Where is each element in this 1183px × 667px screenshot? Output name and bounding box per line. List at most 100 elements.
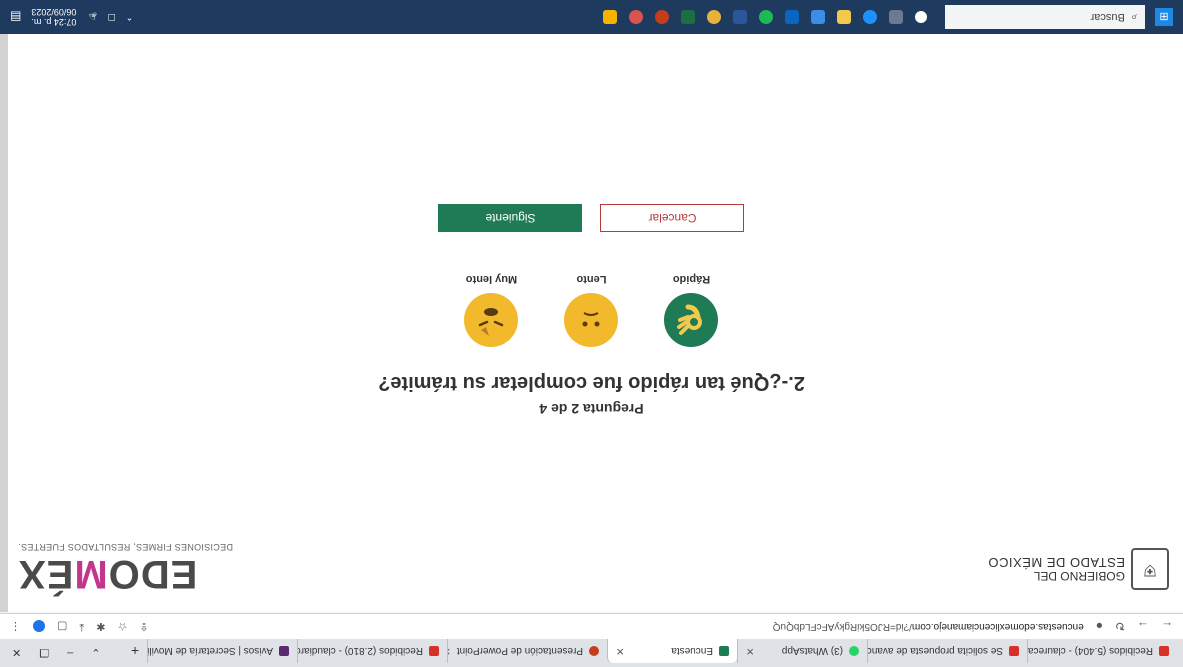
taskbar-apps <box>603 10 927 24</box>
tab-label: Recibidos (5.404) - claurecath <box>1027 645 1153 657</box>
answer-options: Rápido Lento Muy lento <box>0 273 1183 347</box>
toolbar-icons: ⇪ ☆ ✱ ⤓ ▢ ⋮ <box>10 620 149 633</box>
back-icon[interactable]: ← <box>1161 620 1173 634</box>
windows-taskbar: ⊞ ⌕ Buscar ⌃ ☐ 🔈 07:24 p. m. 06/09/2023 … <box>0 0 1183 34</box>
powerpoint-icon <box>589 646 599 656</box>
reload-icon[interactable]: ↻ <box>1115 620 1125 634</box>
state-seal-icon: ⛨ <box>1131 548 1169 590</box>
question-text: 2.-¿Qué tan rápido fue completar su trám… <box>378 372 805 394</box>
tab-label: (3) WhatsApp <box>781 645 843 657</box>
gobierno-logo: ⛨ GOBIERNO DEL ESTADO DE MÉXICO <box>988 548 1169 590</box>
browser-tab[interactable]: Recibidos (5.404) - claurecath ✕ <box>1027 639 1177 663</box>
cortana-icon[interactable] <box>915 11 927 23</box>
menu-icon[interactable]: ⋮ <box>10 620 21 633</box>
browser-tab[interactable]: Se solicita propuesta de avance ✕ <box>867 639 1027 663</box>
tab-label: Presentación de PowerPoint <box>456 645 583 657</box>
windows-start-icon[interactable]: ⊞ <box>1155 8 1173 26</box>
app-icon[interactable] <box>629 10 643 24</box>
browser-tab[interactable]: Recibidos (2.810) - claudiaroso ✕ <box>297 639 447 663</box>
store-icon[interactable] <box>811 10 825 24</box>
maximize-icon[interactable]: ❐ <box>39 647 49 660</box>
option-label: Muy lento <box>465 273 518 285</box>
logo-part3: ÉX <box>18 552 74 596</box>
cancel-button[interactable]: Cancelar <box>600 204 745 232</box>
tab-label: Avisos | Secretaría de Movilidad <box>147 645 273 657</box>
new-tab-button[interactable]: + <box>123 639 147 663</box>
clock-time: 07:24 p. m. <box>31 17 77 27</box>
profile-avatar[interactable] <box>33 620 45 633</box>
url-host: encuestas.edomexlicenciamanejo.com <box>911 621 1084 632</box>
gobierno-line1: GOBIERNO DEL <box>1033 569 1125 583</box>
spotify-icon[interactable] <box>759 10 773 24</box>
edge-icon[interactable] <box>863 10 877 24</box>
downloads-icon[interactable]: ⤓ <box>79 620 84 633</box>
edomex-logo: EDOMÉX DECISIONES FIRMES, RESULTADOS FUE… <box>18 542 233 596</box>
close-icon[interactable]: ✕ <box>616 646 624 657</box>
url-field[interactable]: encuestas.edomexlicenciamanejo.com/?id=R… <box>773 621 1084 632</box>
minimize-icon[interactable]: – <box>67 647 73 659</box>
gmail-icon <box>429 646 439 656</box>
option-label: Lento <box>576 273 607 285</box>
search-icon: ⌕ <box>1130 11 1137 24</box>
option-label: Rápido <box>672 273 711 285</box>
task-view-icon[interactable] <box>889 10 903 24</box>
bookmark-icon[interactable]: ☆ <box>118 620 128 633</box>
search-placeholder: Buscar <box>1090 11 1125 23</box>
movilidad-icon <box>279 646 289 656</box>
address-bar: ← → ↻ ● encuestas.edomexlicenciamanejo.c… <box>0 613 1183 639</box>
close-icon[interactable]: ✕ <box>447 646 451 657</box>
browser-tab[interactable]: (3) WhatsApp ✕ <box>737 639 867 663</box>
tab-label: Encuesta <box>671 645 713 657</box>
chevron-up-icon[interactable]: ⌃ <box>126 12 134 23</box>
gmail-icon <box>1009 646 1019 656</box>
powerpoint-icon[interactable] <box>655 10 669 24</box>
volume-icon[interactable]: 🔈 <box>86 12 97 23</box>
browser-tab[interactable]: Avisos | Secretaría de Movilidad ✕ <box>147 639 297 663</box>
close-window-icon[interactable]: ✕ <box>12 647 21 660</box>
form-actions: Cancelar Siguiente <box>0 204 1183 232</box>
screen: Recibidos (5.404) - claurecath ✕ Se soli… <box>0 0 1183 667</box>
site-info-icon[interactable]: ● <box>1096 620 1103 634</box>
browser-tab-strip: Recibidos (5.404) - claurecath ✕ Se soli… <box>0 639 1183 667</box>
extensions-icon[interactable]: ✱ <box>96 620 105 633</box>
notifications-icon[interactable]: ▤ <box>10 10 21 24</box>
word-icon[interactable] <box>733 10 747 24</box>
excel-icon[interactable] <box>681 10 695 24</box>
mail-icon[interactable] <box>785 10 799 24</box>
file-explorer-icon[interactable] <box>837 10 851 24</box>
logo-part2: M <box>73 552 108 596</box>
question-progress: Pregunta 2 de 4 <box>539 401 644 417</box>
survey-page: ⛨ GOBIERNO DEL ESTADO DE MÉXICO EDOMÉX D… <box>0 34 1183 612</box>
ok-hand-icon <box>664 293 719 347</box>
share-icon[interactable]: ⇪ <box>139 620 148 633</box>
window-controls: ⌄ – ❐ ✕ <box>0 639 100 667</box>
chrome-icon[interactable] <box>707 10 721 24</box>
survey-icon <box>719 646 729 656</box>
gobierno-line2: ESTADO DE MÉXICO <box>987 555 1125 570</box>
tab-label: Recibidos (2.810) - claudiaroso <box>297 645 423 657</box>
browser-tab-active[interactable]: Encuesta ✕ <box>607 639 737 663</box>
clock-date: 06/09/2023 <box>31 7 77 17</box>
option-rapido[interactable]: Rápido <box>662 273 722 347</box>
tab-search-icon[interactable]: ⌄ <box>91 647 100 660</box>
browser-tab[interactable]: Presentación de PowerPoint ✕ <box>447 639 607 663</box>
option-muy-lento[interactable]: Muy lento <box>462 273 522 347</box>
app-icon[interactable] <box>603 10 617 24</box>
url-path: /?id=RJO5kiRgkyAFcFLdbQuQ <box>772 621 912 632</box>
sidepanel-icon[interactable]: ▢ <box>57 620 67 633</box>
next-button[interactable]: Siguiente <box>438 204 583 232</box>
logo-tagline: DECISIONES FIRMES, RESULTADOS FUERTES. <box>18 542 233 552</box>
logo-part1: EDO <box>107 552 198 596</box>
option-lento[interactable]: Lento <box>562 273 622 347</box>
system-tray: ⌃ ☐ 🔈 07:24 p. m. 06/09/2023 ▤ <box>10 7 133 27</box>
whatsapp-icon <box>849 646 859 656</box>
taskbar-search[interactable]: ⌕ Buscar <box>945 5 1145 29</box>
forward-icon[interactable]: → <box>1137 620 1149 634</box>
neutral-face-icon <box>564 293 619 347</box>
network-icon[interactable]: ☐ <box>108 12 116 23</box>
close-icon[interactable]: ✕ <box>746 646 754 657</box>
scrollbar[interactable] <box>0 34 8 612</box>
gmail-icon <box>1159 646 1169 656</box>
tab-label: Se solicita propuesta de avance <box>867 645 1003 657</box>
clock[interactable]: 07:24 p. m. 06/09/2023 <box>31 7 76 27</box>
